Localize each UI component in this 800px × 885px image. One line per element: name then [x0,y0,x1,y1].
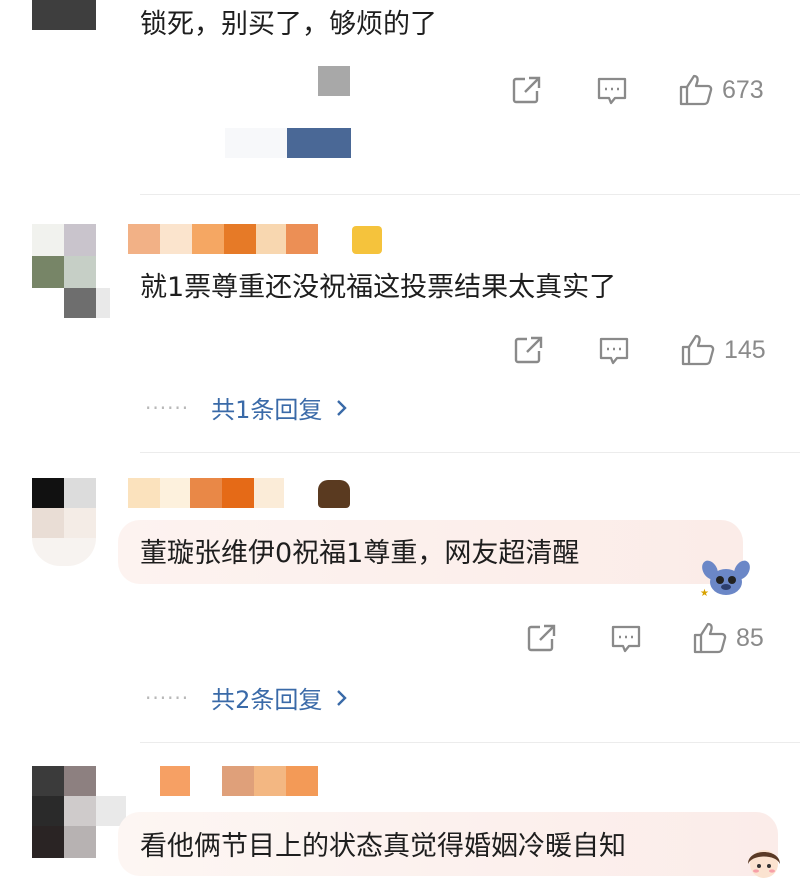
like-button[interactable]: 85 [692,621,764,655]
reply-count: 共1条回复 [211,396,323,424]
image-thumbnail[interactable] [318,66,350,96]
avatar[interactable] [32,0,96,30]
sticker-icon: ★ [698,560,750,600]
comment-icon [611,625,641,653]
thumbs-up-icon [681,334,715,366]
comment-text: 锁死，别买了，够烦的了 [140,9,437,40]
chevron-right-icon [337,689,348,706]
thumbs-up-icon [693,622,727,654]
chevron-right-icon [337,399,348,416]
like-count: 145 [724,335,766,364]
sticker-icon [740,842,788,881]
divider [140,194,800,195]
share-button[interactable] [525,622,559,654]
svg-text:★: ★ [700,588,709,599]
like-count: 85 [736,623,764,652]
comment-button[interactable] [610,623,642,655]
divider [140,452,800,453]
like-count: 673 [722,75,764,104]
comment-icon [597,77,627,105]
dots-icon: ······ [145,395,190,420]
image-thumbnail[interactable] [287,128,351,158]
share-icon [512,76,541,104]
image-thumbnail [225,128,287,158]
comment-text: 董璇张维伊0祝福1尊重，网友超清醒 [140,538,580,569]
comment-text: 就1票尊重还没祝福这投票结果太真实了 [140,272,617,303]
comment-icon [599,337,629,365]
comment-text: 看他俩节目上的状态真觉得婚姻冷暖自知 [140,831,626,862]
comment-button[interactable] [598,335,630,367]
like-button[interactable]: 145 [680,333,766,367]
reply-count: 共2条回复 [211,686,323,714]
divider [140,742,800,743]
like-button[interactable]: 673 [678,73,764,107]
share-icon [514,336,543,364]
share-button[interactable] [510,74,544,106]
comment-button[interactable] [596,75,628,107]
view-replies-link[interactable]: ······ 共2条回复 [145,680,348,715]
share-icon [527,624,556,652]
share-button[interactable] [512,334,546,366]
dots-icon: ······ [145,685,190,710]
thumbs-up-icon [679,74,713,106]
view-replies-link[interactable]: ······ 共1条回复 [145,390,348,425]
